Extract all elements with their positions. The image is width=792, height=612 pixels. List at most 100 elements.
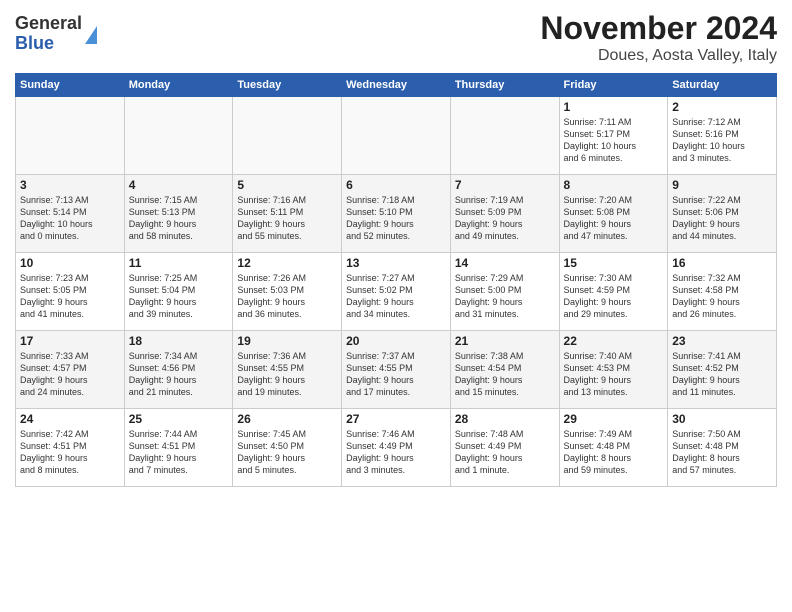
day-info: Sunrise: 7:26 AMSunset: 5:03 PMDaylight:… bbox=[237, 272, 337, 321]
day-number: 23 bbox=[672, 334, 772, 348]
day-info: Sunrise: 7:38 AMSunset: 4:54 PMDaylight:… bbox=[455, 350, 555, 399]
day-info: Sunrise: 7:13 AMSunset: 5:14 PMDaylight:… bbox=[20, 194, 120, 243]
calendar-header-row: Sunday Monday Tuesday Wednesday Thursday… bbox=[16, 74, 777, 97]
calendar-week-row: 1 Sunrise: 7:11 AMSunset: 5:17 PMDaylight… bbox=[16, 97, 777, 175]
day-number: 9 bbox=[672, 178, 772, 192]
day-number: 13 bbox=[346, 256, 446, 270]
day-number: 6 bbox=[346, 178, 446, 192]
table-row: 3 Sunrise: 7:13 AMSunset: 5:14 PMDaylight… bbox=[16, 175, 125, 253]
day-number: 19 bbox=[237, 334, 337, 348]
table-row bbox=[124, 97, 233, 175]
col-sunday: Sunday bbox=[16, 74, 125, 97]
day-info: Sunrise: 7:25 AMSunset: 5:04 PMDaylight:… bbox=[129, 272, 229, 321]
day-number: 16 bbox=[672, 256, 772, 270]
day-info: Sunrise: 7:22 AMSunset: 5:06 PMDaylight:… bbox=[672, 194, 772, 243]
day-number: 15 bbox=[564, 256, 664, 270]
col-monday: Monday bbox=[124, 74, 233, 97]
table-row: 2 Sunrise: 7:12 AMSunset: 5:16 PMDaylight… bbox=[668, 97, 777, 175]
calendar-week-row: 10Sunrise: 7:23 AMSunset: 5:05 PMDayligh… bbox=[16, 253, 777, 331]
day-number: 21 bbox=[455, 334, 555, 348]
table-row: 15 Sunrise: 7:30 AMSunset: 4:59 PMDayligh… bbox=[559, 253, 668, 331]
table-row bbox=[450, 97, 559, 175]
day-number: 7 bbox=[455, 178, 555, 192]
table-row: 14 Sunrise: 7:29 AMSunset: 5:00 PMDayligh… bbox=[450, 253, 559, 331]
day-info: Sunrise: 7:30 AMSunset: 4:59 PMDaylight:… bbox=[564, 272, 664, 321]
table-row: 5 Sunrise: 7:16 AMSunset: 5:11 PMDaylight… bbox=[233, 175, 342, 253]
table-row: 10Sunrise: 7:23 AMSunset: 5:05 PMDayligh… bbox=[16, 253, 125, 331]
table-row bbox=[342, 97, 451, 175]
day-number: 28 bbox=[455, 412, 555, 426]
day-info: Sunrise: 7:32 AMSunset: 4:58 PMDaylight:… bbox=[672, 272, 772, 321]
day-info: Sunrise: 7:49 AMSunset: 4:48 PMDaylight:… bbox=[564, 428, 664, 477]
table-row bbox=[16, 97, 125, 175]
day-info: Sunrise: 7:19 AMSunset: 5:09 PMDaylight:… bbox=[455, 194, 555, 243]
title-block: November 2024 Doues, Aosta Valley, Italy bbox=[540, 10, 777, 65]
day-number: 3 bbox=[20, 178, 120, 192]
logo-arrow-icon bbox=[85, 26, 97, 44]
table-row: 9 Sunrise: 7:22 AMSunset: 5:06 PMDaylight… bbox=[668, 175, 777, 253]
header: General Blue November 2024 Doues, Aosta … bbox=[15, 10, 777, 65]
table-row: 30Sunrise: 7:50 AMSunset: 4:48 PMDayligh… bbox=[668, 409, 777, 487]
day-number: 22 bbox=[564, 334, 664, 348]
day-number: 18 bbox=[129, 334, 229, 348]
day-info: Sunrise: 7:41 AMSunset: 4:52 PMDaylight:… bbox=[672, 350, 772, 399]
day-number: 25 bbox=[129, 412, 229, 426]
table-row: 6 Sunrise: 7:18 AMSunset: 5:10 PMDaylight… bbox=[342, 175, 451, 253]
table-row: 29 Sunrise: 7:49 AMSunset: 4:48 PMDayligh… bbox=[559, 409, 668, 487]
calendar-week-row: 24 Sunrise: 7:42 AMSunset: 4:51 PMDayligh… bbox=[16, 409, 777, 487]
day-info: Sunrise: 7:27 AMSunset: 5:02 PMDaylight:… bbox=[346, 272, 446, 321]
table-row bbox=[233, 97, 342, 175]
day-number: 26 bbox=[237, 412, 337, 426]
day-info: Sunrise: 7:50 AMSunset: 4:48 PMDaylight:… bbox=[672, 428, 772, 477]
day-info: Sunrise: 7:20 AMSunset: 5:08 PMDaylight:… bbox=[564, 194, 664, 243]
day-number: 20 bbox=[346, 334, 446, 348]
page-subtitle: Doues, Aosta Valley, Italy bbox=[540, 47, 777, 65]
day-info: Sunrise: 7:12 AMSunset: 5:16 PMDaylight:… bbox=[672, 116, 772, 165]
page-container: General Blue November 2024 Doues, Aosta … bbox=[0, 0, 792, 492]
day-number: 1 bbox=[564, 100, 664, 114]
day-info: Sunrise: 7:40 AMSunset: 4:53 PMDaylight:… bbox=[564, 350, 664, 399]
day-number: 27 bbox=[346, 412, 446, 426]
page-title: November 2024 bbox=[540, 10, 777, 47]
table-row: 8Sunrise: 7:20 AMSunset: 5:08 PMDaylight… bbox=[559, 175, 668, 253]
day-info: Sunrise: 7:33 AMSunset: 4:57 PMDaylight:… bbox=[20, 350, 120, 399]
day-number: 29 bbox=[564, 412, 664, 426]
table-row: 20 Sunrise: 7:37 AMSunset: 4:55 PMDayligh… bbox=[342, 331, 451, 409]
table-row: 27 Sunrise: 7:46 AMSunset: 4:49 PMDayligh… bbox=[342, 409, 451, 487]
calendar-table: Sunday Monday Tuesday Wednesday Thursday… bbox=[15, 73, 777, 487]
logo-blue: Blue bbox=[15, 34, 82, 54]
day-info: Sunrise: 7:48 AMSunset: 4:49 PMDaylight:… bbox=[455, 428, 555, 477]
day-info: Sunrise: 7:29 AMSunset: 5:00 PMDaylight:… bbox=[455, 272, 555, 321]
table-row: 18Sunrise: 7:34 AMSunset: 4:56 PMDayligh… bbox=[124, 331, 233, 409]
table-row: 24 Sunrise: 7:42 AMSunset: 4:51 PMDayligh… bbox=[16, 409, 125, 487]
day-info: Sunrise: 7:37 AMSunset: 4:55 PMDaylight:… bbox=[346, 350, 446, 399]
col-wednesday: Wednesday bbox=[342, 74, 451, 97]
table-row: 28 Sunrise: 7:48 AMSunset: 4:49 PMDayligh… bbox=[450, 409, 559, 487]
logo-general: General bbox=[15, 14, 82, 34]
day-info: Sunrise: 7:44 AMSunset: 4:51 PMDaylight:… bbox=[129, 428, 229, 477]
day-number: 14 bbox=[455, 256, 555, 270]
day-info: Sunrise: 7:46 AMSunset: 4:49 PMDaylight:… bbox=[346, 428, 446, 477]
col-friday: Friday bbox=[559, 74, 668, 97]
table-row: 12 Sunrise: 7:26 AMSunset: 5:03 PMDayligh… bbox=[233, 253, 342, 331]
day-info: Sunrise: 7:15 AMSunset: 5:13 PMDaylight:… bbox=[129, 194, 229, 243]
day-info: Sunrise: 7:16 AMSunset: 5:11 PMDaylight:… bbox=[237, 194, 337, 243]
day-info: Sunrise: 7:11 AMSunset: 5:17 PMDaylight:… bbox=[564, 116, 664, 165]
table-row: 7 Sunrise: 7:19 AMSunset: 5:09 PMDaylight… bbox=[450, 175, 559, 253]
table-row: 16 Sunrise: 7:32 AMSunset: 4:58 PMDayligh… bbox=[668, 253, 777, 331]
table-row: 1 Sunrise: 7:11 AMSunset: 5:17 PMDaylight… bbox=[559, 97, 668, 175]
day-info: Sunrise: 7:42 AMSunset: 4:51 PMDaylight:… bbox=[20, 428, 120, 477]
table-row: 21 Sunrise: 7:38 AMSunset: 4:54 PMDayligh… bbox=[450, 331, 559, 409]
col-thursday: Thursday bbox=[450, 74, 559, 97]
day-info: Sunrise: 7:18 AMSunset: 5:10 PMDaylight:… bbox=[346, 194, 446, 243]
day-number: 12 bbox=[237, 256, 337, 270]
day-number: 2 bbox=[672, 100, 772, 114]
table-row: 19Sunrise: 7:36 AMSunset: 4:55 PMDayligh… bbox=[233, 331, 342, 409]
calendar-week-row: 17Sunrise: 7:33 AMSunset: 4:57 PMDayligh… bbox=[16, 331, 777, 409]
day-number: 24 bbox=[20, 412, 120, 426]
col-saturday: Saturday bbox=[668, 74, 777, 97]
table-row: 23 Sunrise: 7:41 AMSunset: 4:52 PMDayligh… bbox=[668, 331, 777, 409]
logo-text: General Blue bbox=[15, 14, 82, 54]
day-number: 5 bbox=[237, 178, 337, 192]
col-tuesday: Tuesday bbox=[233, 74, 342, 97]
